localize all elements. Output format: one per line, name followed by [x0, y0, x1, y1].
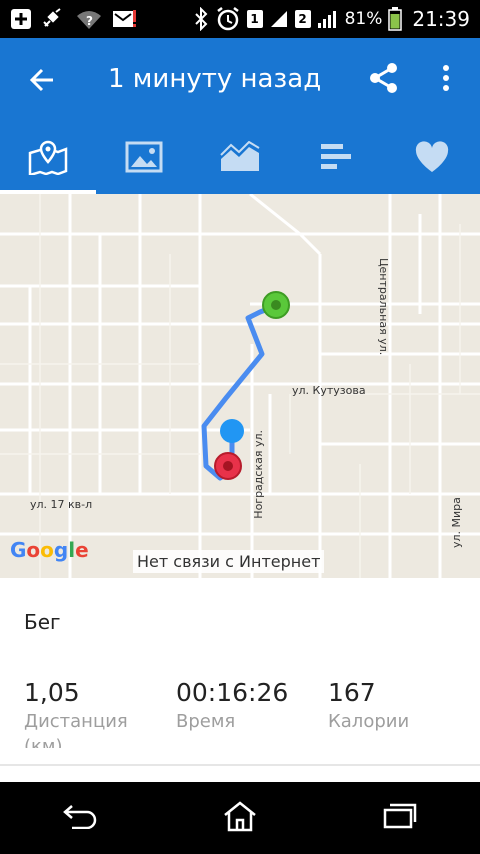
sim2-badge: 2 — [294, 10, 311, 28]
bars-icon — [319, 142, 353, 176]
tab-map[interactable] — [0, 124, 96, 194]
image-icon — [125, 141, 163, 177]
svg-text:?: ? — [86, 14, 93, 28]
distance-value: 1,05 — [24, 678, 80, 707]
tab-bar — [0, 124, 480, 194]
share-icon — [368, 62, 400, 98]
nav-recents-button[interactable] — [360, 788, 440, 848]
page-title: 1 минуту назад — [108, 64, 322, 94]
back-button[interactable] — [22, 62, 62, 102]
battery-percent: 81% — [344, 9, 383, 29]
sim1-badge: 1 — [246, 10, 263, 28]
tab-favorite[interactable] — [384, 124, 480, 194]
status-bar: ? 1 2 81% 21:39 — [0, 0, 480, 38]
time-value: 00:16:26 — [176, 678, 289, 707]
message-alert-icon — [112, 8, 138, 30]
signal-icon — [317, 9, 339, 29]
arrow-left-icon — [28, 66, 56, 98]
share-button[interactable] — [364, 60, 404, 100]
notification-plus-icon — [10, 8, 32, 30]
street-label-nogradskaya: Ноградская ул. — [252, 430, 265, 519]
activity-type: Бег — [24, 610, 61, 634]
start-marker[interactable] — [262, 291, 290, 319]
battery-icon — [388, 7, 403, 31]
calories-label: Калории — [328, 711, 410, 732]
more-options-button[interactable] — [428, 60, 464, 100]
tab-chart[interactable] — [192, 124, 288, 194]
current-position-marker[interactable] — [220, 419, 244, 443]
area-chart-icon — [219, 140, 261, 177]
distance-label: Дистанция — [24, 711, 128, 732]
no-connection-notice: Нет связи с Интернет — [133, 550, 325, 573]
clock-time: 21:39 — [412, 7, 470, 31]
tab-photos[interactable] — [96, 124, 192, 194]
stat-distance: 1,05 Дистанция — [24, 678, 128, 732]
alarm-clock-icon — [215, 6, 241, 32]
map-canvas: Центральная ул. ул. Кутузова Ноградская … — [0, 194, 480, 578]
street-label-central: Центральная ул. — [377, 258, 390, 355]
wifi-question-icon: ? — [76, 8, 102, 30]
time-label: Время — [176, 711, 236, 732]
bluetooth-icon — [193, 7, 209, 31]
nav-back-button[interactable] — [40, 788, 120, 848]
workout-summary: Бег 1,05 Дистанция 00:16:26 Время 167 Ка… — [0, 578, 480, 782]
end-marker[interactable] — [214, 452, 242, 480]
street-label-kv17: ул. 17 кв-л — [30, 498, 92, 511]
recents-nav-icon — [382, 802, 418, 834]
app-bar: 1 минуту назад — [0, 38, 480, 124]
divider — [0, 764, 480, 766]
route-path — [201, 303, 279, 481]
tab-stats[interactable] — [288, 124, 384, 194]
street-label-kutuzova: ул. Кутузова — [292, 384, 366, 397]
signal-icon — [269, 9, 289, 29]
street-label-mira: ул. Мира — [450, 497, 463, 548]
calories-value: 167 — [328, 678, 376, 707]
nav-home-button[interactable] — [200, 788, 280, 848]
stat-time: 00:16:26 Время — [176, 678, 288, 732]
more-vertical-icon — [442, 64, 450, 96]
heart-icon — [414, 141, 450, 177]
route-map[interactable]: Центральная ул. ул. Кутузова Ноградская … — [0, 194, 480, 578]
stat-calories: 167 Калории — [328, 678, 409, 732]
map-pin-icon — [27, 139, 69, 179]
satellite-icon — [42, 8, 66, 30]
back-nav-icon — [62, 803, 98, 833]
google-logo: Google — [10, 538, 89, 562]
home-nav-icon — [222, 800, 258, 836]
distance-unit-cut: (км) — [24, 738, 63, 748]
system-nav-bar — [0, 782, 480, 854]
